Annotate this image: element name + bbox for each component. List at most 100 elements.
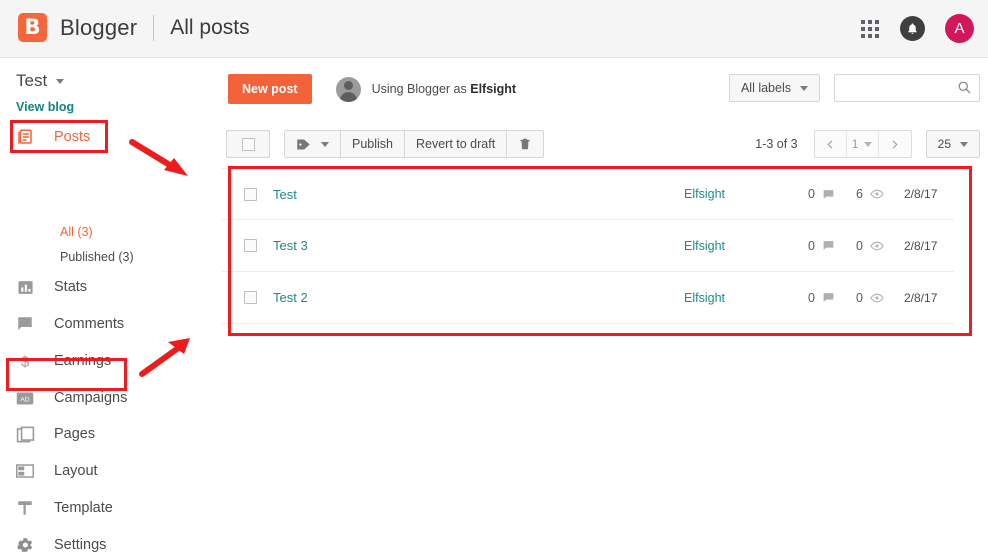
chevron-down-icon bbox=[56, 78, 65, 84]
view-count: 0 bbox=[856, 290, 863, 305]
chevron-down-icon bbox=[321, 141, 329, 147]
user-avatar[interactable]: A bbox=[945, 14, 974, 43]
select-all-checkbox-button[interactable] bbox=[226, 130, 270, 158]
chevron-down-icon bbox=[864, 141, 873, 147]
sidebar: Test View blog Posts All (3) Published (… bbox=[0, 58, 218, 553]
blog-selector[interactable]: Test bbox=[16, 71, 65, 91]
page-nav-group: 1 bbox=[813, 130, 912, 158]
using-blogger-user: Elfsight bbox=[470, 82, 517, 96]
eye-icon bbox=[870, 241, 884, 250]
comment-count: 0 bbox=[808, 290, 815, 305]
page-title: All posts bbox=[170, 15, 250, 39]
apps-grid-icon[interactable] bbox=[860, 19, 880, 39]
using-blogger-as: Using Blogger as Elfsight bbox=[335, 76, 517, 102]
comment-count: 0 bbox=[808, 238, 815, 253]
pagination: 1-3 of 3 1 25 bbox=[755, 130, 980, 158]
page-number-dropdown[interactable]: 1 bbox=[847, 131, 879, 157]
chevron-right-icon bbox=[892, 139, 898, 149]
post-comments: 0 bbox=[808, 239, 835, 253]
post-author[interactable]: Elfsight bbox=[684, 239, 725, 253]
all-labels-label: All labels bbox=[740, 81, 791, 95]
sidebar-subitem-all[interactable]: All (3) bbox=[60, 225, 93, 239]
table-row[interactable]: Test 2 Elfsight 0 0 2/8/17 bbox=[222, 272, 954, 324]
sidebar-item-label: Stats bbox=[54, 279, 88, 295]
stats-bar-chart-icon bbox=[14, 276, 36, 298]
search-icon[interactable] bbox=[957, 80, 972, 100]
eye-icon bbox=[870, 293, 884, 302]
using-blogger-text: Using Blogger as Elfsight bbox=[372, 82, 517, 96]
post-date: 2/8/17 bbox=[904, 290, 938, 305]
sidebar-item-stats[interactable]: Stats bbox=[14, 273, 204, 301]
post-comments: 0 bbox=[808, 187, 835, 201]
delete-button[interactable] bbox=[507, 131, 544, 157]
comment-count: 0 bbox=[808, 187, 815, 201]
comment-bubble-icon bbox=[14, 313, 36, 335]
chevron-down-icon bbox=[960, 141, 968, 147]
post-views: 6 bbox=[856, 187, 884, 201]
post-title-link[interactable]: Test bbox=[273, 187, 297, 202]
post-comments: 0 bbox=[808, 291, 835, 305]
posts-icon bbox=[14, 126, 36, 148]
result-range-text: 1-3 of 3 bbox=[755, 137, 798, 151]
top-bar: B Blogger All posts A bbox=[0, 0, 988, 58]
table-row[interactable]: Test 3 Elfsight 0 0 2/8/17 bbox=[222, 220, 954, 272]
sidebar-subitem-published[interactable]: Published (3) bbox=[60, 250, 134, 264]
blogger-logo-letter: B bbox=[24, 15, 41, 39]
sidebar-item-settings[interactable]: Settings bbox=[14, 531, 204, 559]
sidebar-item-earnings[interactable]: $ Earnings bbox=[14, 347, 204, 375]
post-date: 2/8/17 bbox=[904, 238, 938, 253]
paint-roller-icon bbox=[14, 497, 36, 519]
posts-toolbar: Publish Revert to draft bbox=[226, 130, 545, 158]
sidebar-item-posts[interactable]: Posts bbox=[14, 123, 204, 151]
post-author[interactable]: Elfsight bbox=[684, 187, 725, 201]
sidebar-item-label: Earnings bbox=[54, 353, 112, 369]
view-blog-link[interactable]: View blog bbox=[16, 100, 74, 114]
account-avatar-icon bbox=[335, 76, 361, 102]
sidebar-item-label: Pages bbox=[54, 426, 96, 442]
all-labels-dropdown[interactable]: All labels bbox=[728, 74, 820, 102]
post-title-link[interactable]: Test 2 bbox=[273, 290, 308, 305]
sidebar-item-pages[interactable]: Pages bbox=[14, 420, 204, 448]
row-checkbox[interactable] bbox=[244, 291, 257, 304]
posts-table: Test Elfsight 0 6 2/8/17 Test 3 Elfsight bbox=[222, 168, 954, 324]
sidebar-item-label: Comments bbox=[54, 316, 125, 332]
blogger-logo-icon[interactable]: B bbox=[18, 13, 47, 42]
per-page-value: 25 bbox=[937, 137, 951, 151]
per-page-dropdown[interactable]: 25 bbox=[925, 130, 980, 158]
sidebar-item-template[interactable]: Template bbox=[14, 494, 204, 522]
chevron-down-icon bbox=[800, 85, 808, 91]
sidebar-item-label: Settings bbox=[54, 537, 107, 553]
post-title-link[interactable]: Test 3 bbox=[273, 238, 308, 253]
table-row[interactable]: Test Elfsight 0 6 2/8/17 bbox=[222, 168, 954, 220]
avatar-letter: A bbox=[954, 20, 965, 37]
sidebar-item-layout[interactable]: Layout bbox=[14, 457, 204, 485]
top-bar-actions: A bbox=[860, 14, 974, 43]
sidebar-item-label: Posts bbox=[54, 129, 91, 145]
row-checkbox[interactable] bbox=[244, 187, 257, 201]
sidebar-item-label: Campaigns bbox=[54, 390, 128, 406]
label-dropdown-button[interactable] bbox=[285, 131, 341, 157]
sidebar-item-comments[interactable]: Comments bbox=[14, 310, 204, 338]
comment-bubble-icon bbox=[823, 241, 834, 250]
sidebar-item-campaigns[interactable]: AD Campaigns bbox=[14, 384, 204, 412]
blog-name: Test bbox=[16, 71, 48, 90]
notification-bell-icon[interactable] bbox=[900, 16, 925, 41]
search-input[interactable] bbox=[835, 75, 953, 101]
comment-bubble-icon bbox=[823, 293, 834, 302]
tag-label-icon bbox=[297, 139, 310, 149]
using-blogger-prefix: Using Blogger as bbox=[371, 82, 471, 96]
pages-icon bbox=[14, 423, 36, 445]
post-date: 2/8/17 bbox=[904, 187, 938, 201]
prev-page-button[interactable] bbox=[815, 131, 847, 157]
row-checkbox[interactable] bbox=[244, 239, 257, 252]
revert-to-draft-button[interactable]: Revert to draft bbox=[405, 131, 508, 157]
publish-button[interactable]: Publish bbox=[341, 131, 405, 157]
next-page-button[interactable] bbox=[879, 131, 911, 157]
brand-group[interactable]: B Blogger All posts bbox=[18, 13, 250, 42]
comment-bubble-icon bbox=[823, 189, 834, 199]
new-post-button[interactable]: New post bbox=[228, 74, 312, 104]
brand-name: Blogger bbox=[60, 14, 138, 40]
gear-icon bbox=[14, 534, 36, 556]
post-author[interactable]: Elfsight bbox=[684, 291, 725, 305]
search-box[interactable] bbox=[834, 74, 980, 102]
